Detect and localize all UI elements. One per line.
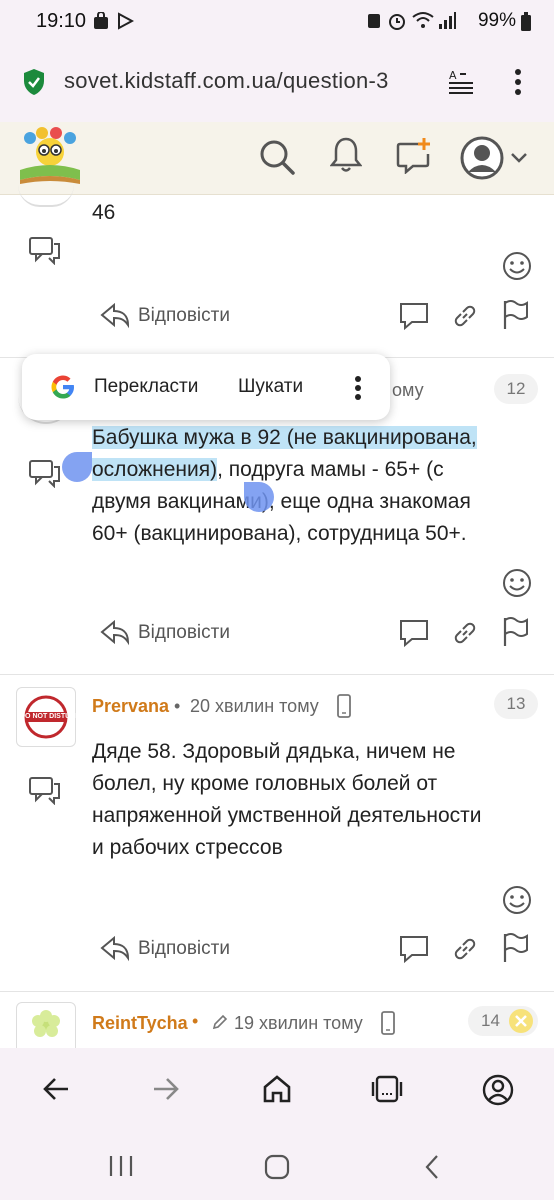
battery-percent: 99%	[477, 10, 516, 31]
comment-text: Дяде 58. Здоровый дядька, ничем не болел…	[92, 736, 542, 864]
svg-text:A: A	[449, 69, 457, 82]
link-icon[interactable]	[452, 620, 478, 646]
comment-icon[interactable]	[398, 934, 430, 964]
status-time: 19:10	[36, 10, 87, 32]
pencil-icon	[212, 1014, 228, 1030]
mobile-device-icon	[336, 694, 352, 718]
text-line: Дяде 58. Здоровый дядька, ничем не	[92, 740, 456, 763]
home-icon[interactable]	[262, 1074, 292, 1104]
meta-separator: •	[174, 696, 181, 716]
alarm-icon	[388, 11, 406, 31]
comment-number-badge: 13	[494, 689, 538, 719]
selected-text: осложнения)	[92, 458, 218, 481]
reply-arrow-icon[interactable]	[100, 936, 130, 962]
text-line: 60+ (вакцинирована), сотрудница 50+.	[92, 522, 467, 545]
more-options-icon[interactable]	[354, 375, 362, 401]
site-logo[interactable]	[16, 126, 84, 188]
nfc-icon	[366, 12, 382, 30]
profile-icon[interactable]	[482, 1074, 514, 1106]
reader-mode-icon[interactable]: A	[448, 68, 474, 94]
back-arrow-icon[interactable]	[42, 1076, 70, 1102]
avatar-text: DO NOT DISTURB	[20, 713, 81, 720]
text-segment: ), еще одна знакомая	[261, 490, 471, 513]
quote-reply-icon[interactable]	[28, 775, 62, 805]
search-icon[interactable]	[258, 138, 296, 176]
comment-number: 14	[481, 1011, 500, 1030]
user-avatar-icon[interactable]	[460, 136, 504, 180]
comment-4: ReintTycha • 19 хвилин тому 14	[0, 992, 554, 1048]
emoji-icon[interactable]	[502, 251, 532, 281]
reply-button[interactable]: Відповісти	[138, 305, 230, 327]
url-text[interactable]: sovet.kidstaff.com.ua/question-3	[64, 68, 434, 94]
google-icon	[50, 374, 76, 400]
text-line: и рабочих стрессов	[92, 836, 283, 859]
text-selection-popup: Перекласти Шукати	[22, 354, 390, 420]
comment-meta-partial: ому	[392, 380, 424, 400]
recent-apps-icon[interactable]	[108, 1154, 134, 1178]
status-bar: 19:10 99%	[0, 0, 554, 44]
browser-menu-icon[interactable]	[514, 68, 522, 96]
comment-1: 46 Відповісти	[0, 195, 554, 355]
flag-icon[interactable]	[502, 299, 530, 331]
shopping-bag-icon	[92, 12, 110, 30]
selection-handle-end[interactable]	[244, 482, 274, 512]
comment-time: 19 хвилин тому	[234, 1013, 363, 1033]
tabs-icon[interactable]	[370, 1072, 404, 1106]
text-line: напряженной умственной деятельности	[92, 804, 482, 827]
emoji-icon[interactable]	[502, 568, 532, 598]
home-button-icon[interactable]	[264, 1154, 290, 1180]
link-icon[interactable]	[452, 303, 478, 329]
system-navigation-bar	[0, 1132, 554, 1200]
comment-text: Бабушка мужа в 92 (не вакцинирована, осл…	[92, 422, 542, 550]
back-button-icon[interactable]	[424, 1154, 440, 1180]
quote-reply-icon[interactable]	[28, 458, 62, 488]
text-segment: , подруга мамы - 65+ (с	[217, 458, 444, 481]
bell-icon[interactable]	[330, 136, 362, 174]
wifi-icon	[412, 11, 434, 29]
comment-number-badge: 12	[494, 374, 538, 404]
translate-button[interactable]: Перекласти	[94, 376, 198, 398]
battery-icon	[520, 12, 532, 32]
reply-arrow-icon[interactable]	[100, 303, 130, 329]
flag-icon[interactable]	[502, 616, 530, 648]
avatar-partial	[18, 185, 74, 207]
quote-reply-icon[interactable]	[28, 235, 62, 265]
browser-bottom-toolbar	[0, 1048, 554, 1132]
meta-separator: •	[192, 1011, 199, 1031]
forward-arrow-icon[interactable]	[152, 1076, 180, 1102]
author-name[interactable]: ReintTycha	[92, 1013, 188, 1034]
emoji-icon[interactable]	[502, 885, 532, 915]
selected-text: Бабушка мужа в 92 (не вакцинирована,	[92, 426, 477, 449]
text-line: болел, ну кроме головных болей от	[92, 772, 438, 795]
author-name[interactable]: Prervana	[92, 696, 169, 717]
close-icon[interactable]	[508, 1008, 534, 1034]
selection-handle-start[interactable]	[62, 452, 92, 482]
secure-shield-icon[interactable]	[22, 68, 46, 96]
reply-button[interactable]: Відповісти	[138, 938, 230, 960]
comment-icon[interactable]	[398, 301, 430, 331]
comment-3: DO NOT DISTURB Prervana • 20 хвилин тому…	[0, 675, 554, 991]
comment-time: 20 хвилин тому	[190, 696, 319, 716]
chevron-down-icon[interactable]	[510, 152, 528, 164]
signal-icon	[438, 12, 456, 30]
search-button[interactable]: Шукати	[238, 376, 303, 398]
comment-icon[interactable]	[398, 618, 430, 648]
add-question-icon[interactable]	[396, 136, 432, 174]
play-store-icon	[116, 12, 134, 30]
mobile-device-icon	[380, 1011, 396, 1035]
browser-address-bar: sovet.kidstaff.com.ua/question-3 A	[0, 44, 554, 122]
reply-arrow-icon[interactable]	[100, 620, 130, 646]
comment-text: 46	[92, 201, 116, 224]
site-header	[0, 122, 554, 195]
reply-button[interactable]: Відповісти	[138, 622, 230, 644]
avatar[interactable]	[16, 1002, 76, 1048]
link-icon[interactable]	[452, 936, 478, 962]
text-segment: двумя вакцин	[92, 490, 224, 513]
flag-icon[interactable]	[502, 932, 530, 964]
